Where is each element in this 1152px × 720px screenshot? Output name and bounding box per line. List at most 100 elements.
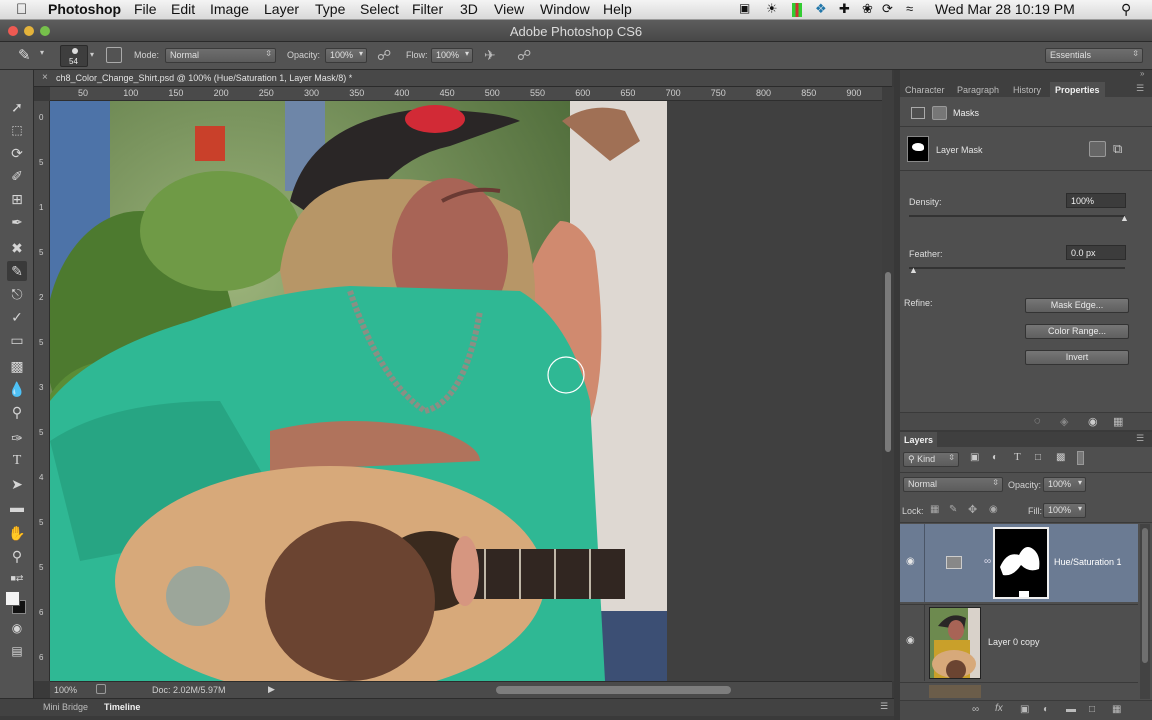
visibility-eye-icon[interactable]: ◉ bbox=[1088, 415, 1098, 428]
app-menu[interactable]: Photoshop bbox=[48, 1, 121, 17]
pen-tool-icon[interactable]: ✑ bbox=[7, 428, 27, 448]
spotlight-search-icon[interactable]: ⚲ bbox=[1121, 1, 1131, 18]
size-pressure-icon[interactable]: ☍ bbox=[517, 47, 531, 64]
filter-shape-icon[interactable]: □ bbox=[1035, 452, 1041, 463]
menu-3d[interactable]: 3D bbox=[460, 1, 478, 17]
menu-select[interactable]: Select bbox=[360, 1, 399, 17]
menubar-clock[interactable]: Wed Mar 28 10:19 PM bbox=[935, 1, 1075, 17]
layer-row-layer0-copy[interactable]: ◉ Layer 0 copy bbox=[900, 604, 1138, 681]
brush-preset-picker[interactable]: 54 bbox=[60, 45, 88, 67]
load-selection-icon[interactable]: ◌ bbox=[1034, 415, 1041, 427]
lasso-tool-icon[interactable]: ⟳ bbox=[7, 143, 27, 163]
layer-visibility-eye-icon[interactable]: ◉ bbox=[906, 556, 915, 567]
lock-position-icon[interactable]: ✥ bbox=[968, 503, 977, 516]
delete-mask-icon[interactable]: ▦ bbox=[1113, 415, 1123, 428]
history-brush-tool-icon[interactable]: ✓ bbox=[7, 307, 27, 327]
plus-badge-icon[interactable]: ✚ bbox=[839, 1, 850, 17]
tab-history[interactable]: History bbox=[1013, 85, 1041, 95]
type-tool-icon[interactable]: T bbox=[7, 451, 27, 471]
menu-window[interactable]: Window bbox=[540, 1, 590, 17]
zoom-tool-icon[interactable]: ⚲ bbox=[7, 546, 27, 566]
mask-mode-icon[interactable] bbox=[932, 106, 947, 120]
activity-icon[interactable] bbox=[792, 3, 802, 17]
layer-thumbnail[interactable] bbox=[929, 685, 981, 698]
mask-thumbnail[interactable] bbox=[907, 136, 929, 162]
hand-tool-icon[interactable]: ✋ bbox=[7, 523, 27, 543]
menu-filter[interactable]: Filter bbox=[412, 1, 443, 17]
filter-toggle-switch[interactable] bbox=[1077, 451, 1084, 465]
layers-panel-menu-icon[interactable]: ☰ bbox=[1136, 433, 1144, 444]
menu-type[interactable]: Type bbox=[315, 1, 345, 17]
layer-name[interactable]: Hue/Saturation 1 bbox=[1054, 557, 1122, 567]
menu-view[interactable]: View bbox=[494, 1, 524, 17]
brush-picker-chevron-icon[interactable]: ▾ bbox=[90, 50, 94, 59]
tab-timeline[interactable]: Timeline bbox=[104, 702, 140, 712]
filter-adjustment-icon[interactable]: ◐ bbox=[992, 452, 998, 463]
pixel-mask-icon[interactable] bbox=[1089, 141, 1106, 157]
sync-icon[interactable]: ❖ bbox=[815, 1, 827, 17]
link-layers-icon[interactable]: ∞ bbox=[972, 704, 979, 715]
tab-properties[interactable]: Properties bbox=[1050, 82, 1105, 97]
opacity-field[interactable]: 100% ▾ bbox=[325, 48, 367, 63]
filter-type-icon[interactable]: T bbox=[1014, 451, 1021, 463]
color-range-button[interactable]: Color Range... bbox=[1025, 324, 1129, 339]
menu-image[interactable]: Image bbox=[210, 1, 249, 17]
tab-mini-bridge[interactable]: Mini Bridge bbox=[43, 702, 88, 712]
time-machine-icon[interactable]: ⟳ bbox=[882, 1, 893, 17]
photo-canvas[interactable] bbox=[50, 101, 667, 681]
layer-style-icon[interactable]: fx bbox=[995, 703, 1003, 714]
lock-image-icon[interactable]: ✎ bbox=[949, 504, 957, 515]
gradient-tool-icon[interactable]: ▩ bbox=[7, 356, 27, 376]
canvas-area[interactable] bbox=[50, 101, 882, 681]
wifi-icon[interactable]: ≈ bbox=[906, 1, 913, 16]
flow-field[interactable]: 100% ▾ bbox=[431, 48, 473, 63]
layer-thumbnail[interactable] bbox=[929, 607, 981, 679]
crop-tool-icon[interactable]: ⊞ bbox=[7, 189, 27, 209]
apple-icon[interactable]:  bbox=[16, 1, 27, 18]
brush-tool-icon[interactable]: ✎ bbox=[7, 261, 27, 281]
dodge-tool-icon[interactable]: ⚲ bbox=[7, 402, 27, 422]
camera-icon[interactable]: ▣ bbox=[739, 1, 750, 15]
status-menu-arrow-icon[interactable]: ▶ bbox=[268, 684, 275, 695]
layer-row-hue-saturation[interactable]: ◉ ∞ Hue/Saturation 1 bbox=[900, 524, 1138, 602]
menu-layer[interactable]: Layer bbox=[264, 1, 299, 17]
layers-scroll-thumb[interactable] bbox=[1142, 528, 1148, 663]
eraser-tool-icon[interactable]: ▭ bbox=[7, 330, 27, 350]
opacity-pressure-icon[interactable]: ☍ bbox=[377, 47, 391, 64]
apply-mask-icon[interactable]: ◈ bbox=[1060, 415, 1068, 428]
new-layer-icon[interactable]: □ bbox=[1089, 704, 1095, 715]
layers-scrollbar[interactable] bbox=[1140, 524, 1150, 699]
brush-tool-icon[interactable]: ✎ bbox=[18, 46, 31, 64]
feather-slider-track[interactable] bbox=[909, 267, 1125, 269]
mask-link-icon[interactable]: ∞ bbox=[984, 556, 991, 567]
adjustment-icon[interactable] bbox=[911, 107, 925, 119]
mode-select[interactable]: Normal ⇳ bbox=[165, 48, 276, 63]
clone-stamp-tool-icon[interactable]: ⎋ bbox=[7, 284, 27, 304]
filter-smart-object-icon[interactable]: ▩ bbox=[1056, 452, 1065, 463]
lock-transparent-icon[interactable]: ▦ bbox=[930, 504, 939, 515]
layer-row-partial[interactable] bbox=[900, 682, 1138, 698]
screen-mode-icon[interactable]: ▤ bbox=[7, 641, 27, 661]
vector-mask-icon[interactable]: ⧉ bbox=[1113, 141, 1122, 157]
tab-paragraph[interactable]: Paragraph bbox=[957, 85, 999, 95]
quick-mask-icon[interactable]: ◉ bbox=[7, 618, 27, 638]
vertical-scroll-thumb[interactable] bbox=[885, 272, 891, 452]
zoom-level[interactable]: 100% bbox=[54, 685, 77, 695]
brightness-icon[interactable]: ☀ bbox=[766, 1, 778, 17]
mask-edge-button[interactable]: Mask Edge... bbox=[1025, 298, 1129, 313]
move-tool-icon[interactable]: ➚ bbox=[7, 97, 27, 117]
tab-layers[interactable]: Layers bbox=[900, 432, 938, 447]
foreground-color-swatch[interactable] bbox=[5, 591, 20, 606]
brush-panel-toggle-icon[interactable] bbox=[106, 47, 122, 63]
quick-selection-tool-icon[interactable]: ✐ bbox=[7, 166, 27, 186]
marquee-tool-icon[interactable]: ⬚ bbox=[7, 120, 27, 140]
export-icon[interactable] bbox=[96, 684, 106, 694]
invert-button[interactable]: Invert bbox=[1025, 350, 1129, 365]
horizontal-scroll-thumb[interactable] bbox=[496, 686, 731, 694]
eyedropper-tool-icon[interactable]: ✒ bbox=[7, 212, 27, 232]
blur-tool-icon[interactable]: 💧 bbox=[7, 379, 27, 399]
add-mask-icon[interactable]: ▣ bbox=[1020, 704, 1029, 715]
canvas-vertical-scrollbar[interactable] bbox=[882, 87, 894, 681]
path-selection-tool-icon[interactable]: ➤ bbox=[7, 474, 27, 494]
workspace-switcher[interactable]: Essentials ⇳ bbox=[1045, 48, 1143, 63]
